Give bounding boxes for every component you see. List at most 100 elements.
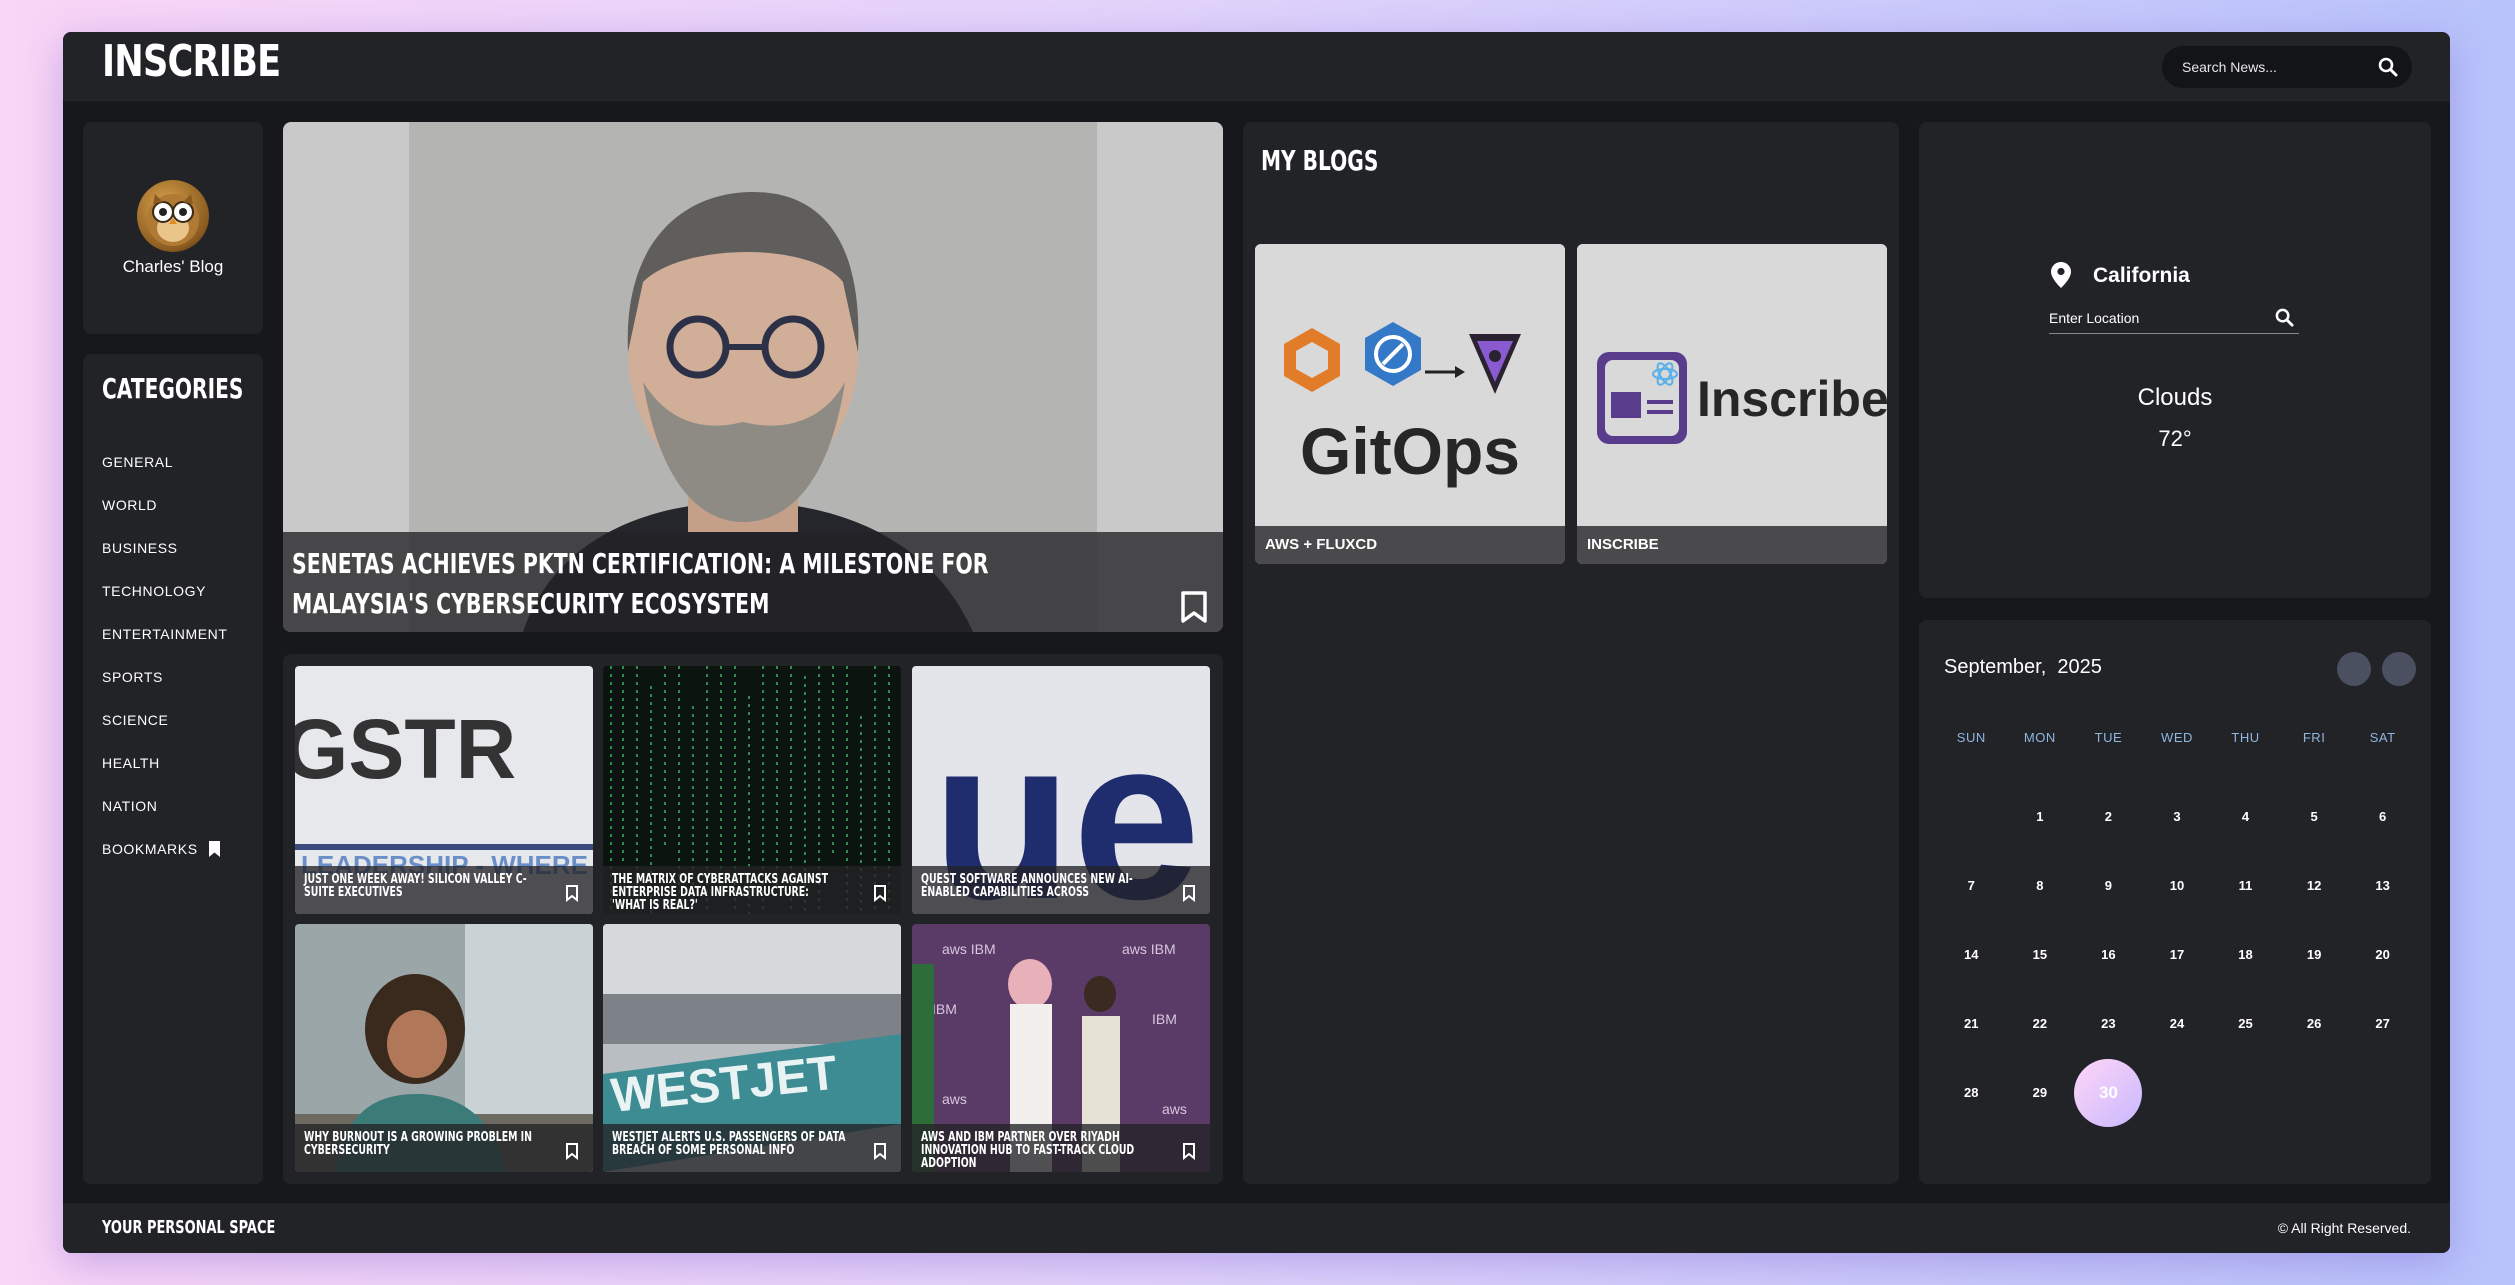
weather-widget: California Clouds 72° (1919, 122, 2431, 598)
calendar-empty-cell (2143, 1058, 2212, 1127)
search-icon[interactable] (2275, 308, 2294, 327)
news-title[interactable]: Why Burnout Is a Growing Problem in Cybe… (304, 1131, 538, 1157)
news-card[interactable]: The Matrix of Cyberattacks Against Enter… (603, 666, 901, 914)
calendar-day[interactable]: 26 (2280, 989, 2349, 1058)
calendar-day[interactable]: 13 (2348, 851, 2417, 920)
calendar-day[interactable]: 14 (1937, 920, 2006, 989)
svg-text:aws: aws (1162, 1101, 1187, 1117)
blog-card[interactable]: Inscribe INSCRIBE (1577, 244, 1887, 564)
bookmark-icon[interactable] (873, 1142, 887, 1160)
calendar-prev-button[interactable] (2337, 652, 2371, 686)
calendar-day[interactable]: 27 (2348, 989, 2417, 1058)
bookmark-icon[interactable] (873, 884, 887, 902)
search-bar[interactable] (2162, 46, 2412, 88)
news-card[interactable]: WESTJET WestJet alerts U.S. passengers o… (603, 924, 901, 1172)
svg-text:aws IBM: aws IBM (1122, 941, 1176, 957)
weather-temperature: 72° (2158, 426, 2192, 451)
category-business[interactable]: BUSINESS (102, 540, 228, 583)
bookmark-icon[interactable] (1182, 1142, 1196, 1160)
calendar-day[interactable]: 4 (2211, 782, 2280, 851)
blog-card[interactable]: GitOps AWS + FLUXCD (1255, 244, 1565, 564)
bookmark-icon (208, 841, 220, 857)
calendar-day[interactable]: 11 (2211, 851, 2280, 920)
today-marker: 30 (2074, 1058, 2143, 1127)
hero-title[interactable]: Senetas achieves PKTN certification: A m… (292, 544, 1095, 624)
bookmark-icon[interactable] (565, 1142, 579, 1160)
category-general[interactable]: GENERAL (102, 454, 228, 497)
calendar-day[interactable]: 24 (2143, 989, 2212, 1058)
calendar-next-button[interactable] (2382, 652, 2416, 686)
calendar-day[interactable]: 29 (2006, 1058, 2075, 1127)
blog-image-text: Inscribe (1697, 371, 1887, 427)
calendar-day[interactable]: 25 (2211, 989, 2280, 1058)
weekday-label: THU (2231, 730, 2260, 745)
calendar-empty-cell (1937, 782, 2006, 851)
category-sports[interactable]: SPORTS (102, 669, 228, 712)
news-card[interactable]: Why Burnout Is a Growing Problem in Cybe… (295, 924, 593, 1172)
svg-text:IBM: IBM (932, 1001, 957, 1017)
calendar-day[interactable]: 23 (2074, 989, 2143, 1058)
my-blogs-title: MY BLOGS (1261, 144, 1379, 177)
blog-caption[interactable]: INSCRIBE (1577, 526, 1887, 564)
calendar-day[interactable]: 1 (2006, 782, 2075, 851)
calendar-day[interactable]: 5 (2280, 782, 2349, 851)
news-title[interactable]: The Matrix of Cyberattacks Against Enter… (612, 873, 846, 912)
calendar-month-name: September, (1944, 656, 2047, 678)
calendar-weekdays: SUN MON TUE WED THU FRI SAT (1937, 730, 2417, 782)
calendar-day[interactable]: 9 (2074, 851, 2143, 920)
calendar-day[interactable]: 7 (1937, 851, 2006, 920)
app-window: INSCRIBE Charles' Blog CATE (63, 32, 2450, 1253)
svg-text:aws: aws (942, 1091, 967, 1107)
news-title[interactable]: AWS and IBM partner over Riyadh innovati… (921, 1131, 1155, 1170)
news-caption: Just one week away! Silicon Valley C-Sui… (295, 866, 593, 914)
news-title[interactable]: WestJet alerts U.S. passengers of data b… (612, 1131, 846, 1157)
category-nation[interactable]: NATION (102, 798, 228, 841)
calendar-day[interactable]: 10 (2143, 851, 2212, 920)
calendar-day[interactable]: 21 (1937, 989, 2006, 1058)
category-entertainment[interactable]: ENTERTAINMENT (102, 626, 228, 669)
calendar-day[interactable]: 6 (2348, 782, 2417, 851)
calendar-day[interactable]: 3 (2143, 782, 2212, 851)
calendar-day[interactable]: 2 (2074, 782, 2143, 851)
bookmark-icon[interactable] (1182, 884, 1196, 902)
profile-name[interactable]: Charles' Blog (83, 257, 263, 277)
categories-list: GENERAL WORLD BUSINESS TECHNOLOGY ENTERT… (102, 454, 228, 884)
calendar-grid: SUN MON TUE WED THU FRI SAT 1 2 3 4 5 6 … (1937, 730, 2417, 1127)
calendar-day[interactable]: 17 (2143, 920, 2212, 989)
calendar-day[interactable]: 20 (2348, 920, 2417, 989)
news-title[interactable]: Quest Software Announces New AI-Enabled … (921, 873, 1155, 899)
calendar-day[interactable]: 16 (2074, 920, 2143, 989)
category-health[interactable]: HEALTH (102, 755, 228, 798)
calendar-day[interactable]: 22 (2006, 989, 2075, 1058)
category-bookmarks[interactable]: BOOKMARKS (102, 841, 228, 884)
news-title[interactable]: Just one week away! Silicon Valley C-Sui… (304, 873, 538, 899)
category-world[interactable]: WORLD (102, 497, 228, 540)
calendar-day[interactable]: 28 (1937, 1058, 2006, 1127)
blog-caption[interactable]: AWS + FLUXCD (1255, 526, 1565, 564)
calendar-day[interactable]: 12 (2280, 851, 2349, 920)
site-logo[interactable]: INSCRIBE (102, 36, 281, 87)
calendar-day[interactable]: 19 (2280, 920, 2349, 989)
calendar-day[interactable]: 18 (2211, 920, 2280, 989)
hero-article[interactable]: Senetas achieves PKTN certification: A m… (283, 122, 1223, 632)
calendar-empty-cell (2211, 1058, 2280, 1127)
news-card[interactable]: GSTR LEADERSHIP - WHERE Just one week aw… (295, 666, 593, 914)
bookmark-icon[interactable] (565, 884, 579, 902)
weekday-label: TUE (2094, 730, 2123, 745)
search-icon[interactable] (2378, 57, 2398, 77)
calendar-day[interactable]: 15 (2006, 920, 2075, 989)
category-technology[interactable]: TECHNOLOGY (102, 583, 228, 626)
hero-caption: Senetas achieves PKTN certification: A m… (283, 532, 1223, 632)
news-card[interactable]: ue Quest Software Announces New AI-Enabl… (912, 666, 1210, 914)
hero-bookmark-icon[interactable] (1180, 590, 1208, 624)
calendar-day-today[interactable]: 30 (2074, 1058, 2143, 1127)
categories-title: CATEGORIES (102, 372, 244, 405)
top-bar: INSCRIBE (63, 32, 2450, 102)
search-input[interactable] (2182, 46, 2372, 88)
location-input[interactable] (2049, 302, 2299, 334)
category-science[interactable]: SCIENCE (102, 712, 228, 755)
calendar-empty-cell (2280, 1058, 2349, 1127)
news-card[interactable]: aws IBM aws IBM IBM IBM aws aws AWS and IB… (912, 924, 1210, 1172)
calendar-day[interactable]: 8 (2006, 851, 2075, 920)
avatar[interactable] (137, 180, 209, 252)
